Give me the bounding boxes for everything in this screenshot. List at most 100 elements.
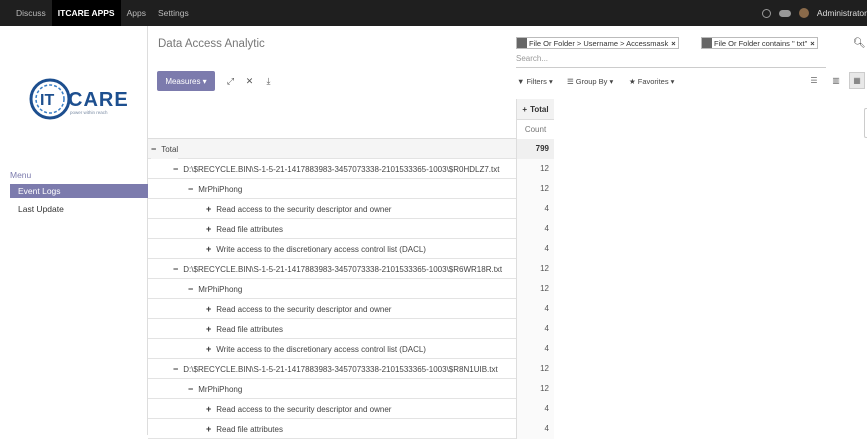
pivot-view-icon[interactable]: ▦: [849, 72, 865, 89]
main-menu: Discuss ITCARE APPS Apps Settings: [0, 0, 195, 26]
pivot-row: − MrPhiPhong 12: [148, 379, 554, 399]
pivot-row-header[interactable]: + Write access to the discretionary acces…: [206, 339, 426, 359]
facet-text: File Or Folder contains " txt": [714, 38, 808, 48]
pivot-cell-value: 4: [516, 239, 554, 259]
nav-apps[interactable]: Apps: [121, 0, 152, 26]
list-view-icon[interactable]: ☰: [806, 72, 822, 89]
search-input[interactable]: Search...: [516, 54, 548, 63]
pivot-row: + Read access to the security descriptor …: [148, 299, 554, 319]
measures-button[interactable]: Measures ▾: [157, 71, 215, 91]
pivot-row-header[interactable]: + Read access to the security descriptor …: [206, 199, 391, 219]
pivot-cell-value: 12: [516, 259, 554, 279]
pivot-row-header[interactable]: − D:\$RECYCLE.BIN\S-1-5-21-1417883983-345…: [173, 159, 499, 179]
systray: Administrator: [761, 0, 867, 26]
pivot-row: − D:\$RECYCLE.BIN\S-1-5-21-1417883983-345…: [148, 259, 554, 279]
pivot-cell-value: 12: [516, 379, 554, 399]
logo-tagline: power within reach: [70, 110, 108, 115]
remove-facet-icon[interactable]: ×: [671, 39, 677, 48]
sidebar-item-event-logs[interactable]: Event Logs: [10, 184, 148, 198]
filter-icon: [702, 38, 712, 48]
nav-itcare-apps[interactable]: ITCARE APPS: [51, 0, 121, 26]
itcare-logo: IT CARE power within reach: [29, 78, 128, 120]
filters-button[interactable]: ▼ Filters ▾: [517, 73, 553, 89]
pivot-cell-value: 12: [516, 159, 554, 179]
nav-discuss[interactable]: Discuss: [10, 0, 52, 26]
pivot-cell-value: 799: [516, 139, 554, 159]
download-icon[interactable]: ⤓: [259, 71, 278, 91]
group-by-icon: [517, 38, 527, 48]
activity-clock-icon[interactable]: [761, 8, 771, 18]
pivot-row-header[interactable]: + Read access to the security descriptor …: [206, 399, 391, 419]
expand-all-icon[interactable]: ✕: [240, 71, 259, 91]
pivot-row-label: D:\$RECYCLE.BIN\S-1-5-21-1417883983-3457…: [183, 365, 498, 374]
pivot-row: + Write access to the discretionary acces…: [148, 339, 554, 359]
collapse-icon: −: [173, 364, 179, 374]
flip-axis-icon[interactable]: ⤢: [221, 71, 240, 91]
collapse-icon: −: [188, 284, 194, 294]
collapse-icon: −: [151, 144, 157, 154]
pivot-row: − D:\$RECYCLE.BIN\S-1-5-21-1417883983-345…: [148, 159, 554, 179]
pivot-row-label: Total: [161, 145, 179, 154]
pivot-row-label: Read file attributes: [216, 425, 283, 434]
messaging-icon[interactable]: [778, 9, 791, 17]
pivot-header-empty: [148, 99, 516, 139]
group-by-label: Group By ▾: [575, 76, 614, 86]
expand-icon: +: [206, 324, 212, 334]
expand-icon: +: [206, 424, 212, 434]
user-name[interactable]: Administrator: [817, 8, 867, 18]
expand-icon: +: [206, 344, 212, 354]
pivot-row: + Read file attributes 4: [148, 219, 554, 239]
remove-facet-icon[interactable]: ×: [810, 39, 816, 48]
sidebar-item-last-update[interactable]: Last Update: [10, 202, 148, 216]
collapse-icon: −: [188, 384, 194, 394]
pivot-row-label: Read file attributes: [216, 325, 283, 334]
graph-view-icon[interactable]: ▥: [828, 72, 844, 89]
pivot-row-label: Read access to the security descriptor a…: [216, 305, 392, 314]
pivot-col-header-total[interactable]: + Total: [516, 99, 554, 119]
pivot-row-header[interactable]: + Write access to the discretionary acces…: [206, 239, 426, 259]
pivot-row-header[interactable]: − MrPhiPhong: [188, 379, 242, 399]
favorites-label: Favorites ▾: [637, 76, 675, 86]
pivot-row-header[interactable]: − MrPhiPhong: [188, 279, 242, 299]
pivot-row-header[interactable]: + Read file attributes: [206, 319, 283, 339]
user-avatar[interactable]: [798, 8, 809, 18]
collapse-icon: −: [188, 184, 194, 194]
pivot-row-label: Read file attributes: [216, 225, 283, 234]
facet-text: File Or Folder > Username > Accessmask: [529, 38, 669, 48]
pivot-row-header[interactable]: + Read file attributes: [206, 419, 283, 439]
pivot-row-header[interactable]: − MrPhiPhong: [188, 179, 242, 199]
nav-settings[interactable]: Settings: [152, 0, 195, 26]
pivot-cell-value: 12: [516, 359, 554, 379]
pivot-row: − D:\$RECYCLE.BIN\S-1-5-21-1417883983-345…: [148, 359, 554, 379]
pivot-row-label: Read access to the security descriptor a…: [216, 205, 392, 214]
pivot-row-header[interactable]: + Read file attributes: [206, 219, 283, 239]
pivot-row: + Read file attributes 4: [148, 319, 554, 339]
favorites-button[interactable]: ★ Favorites ▾: [629, 73, 674, 89]
pivot-cell-value: 4: [516, 399, 554, 419]
expand-icon: +: [206, 224, 212, 234]
search-facet: File Or Folder contains " txt" ×: [701, 37, 818, 49]
pivot-row-label: MrPhiPhong: [198, 385, 243, 394]
pivot-row-header[interactable]: − D:\$RECYCLE.BIN\S-1-5-21-1417883983-345…: [173, 359, 498, 379]
expand-icon: +: [206, 304, 212, 314]
filter-icon: ▼: [517, 76, 525, 86]
page-title: Data Access Analytic: [158, 38, 265, 50]
pivot-cell-value: 12: [516, 279, 554, 299]
pivot-cell-value: 4: [516, 299, 554, 319]
pivot-row-header[interactable]: + Read access to the security descriptor …: [206, 299, 391, 319]
pivot-row-header[interactable]: − Total: [151, 139, 179, 159]
pivot-cell-value: 4: [516, 219, 554, 239]
pivot-cell-value: 12: [516, 179, 554, 199]
search-icon[interactable]: 🔍︎: [853, 38, 866, 49]
group-by-button[interactable]: ☰ Group By ▾: [567, 73, 613, 89]
pivot-row-label: MrPhiPhong: [198, 185, 243, 194]
pivot-cell-value: 4: [516, 419, 554, 439]
pivot-row-header[interactable]: − D:\$RECYCLE.BIN\S-1-5-21-1417883983-345…: [173, 259, 502, 279]
expand-icon: +: [206, 244, 212, 254]
menu-title: Menu: [10, 170, 32, 180]
col-header-label: Total: [530, 104, 549, 114]
pivot-row: + Read file attributes 4: [148, 419, 554, 439]
pivot-row-label: MrPhiPhong: [198, 285, 243, 294]
collapse-icon: −: [173, 264, 179, 274]
pivot-measure-header[interactable]: Count: [516, 119, 554, 139]
